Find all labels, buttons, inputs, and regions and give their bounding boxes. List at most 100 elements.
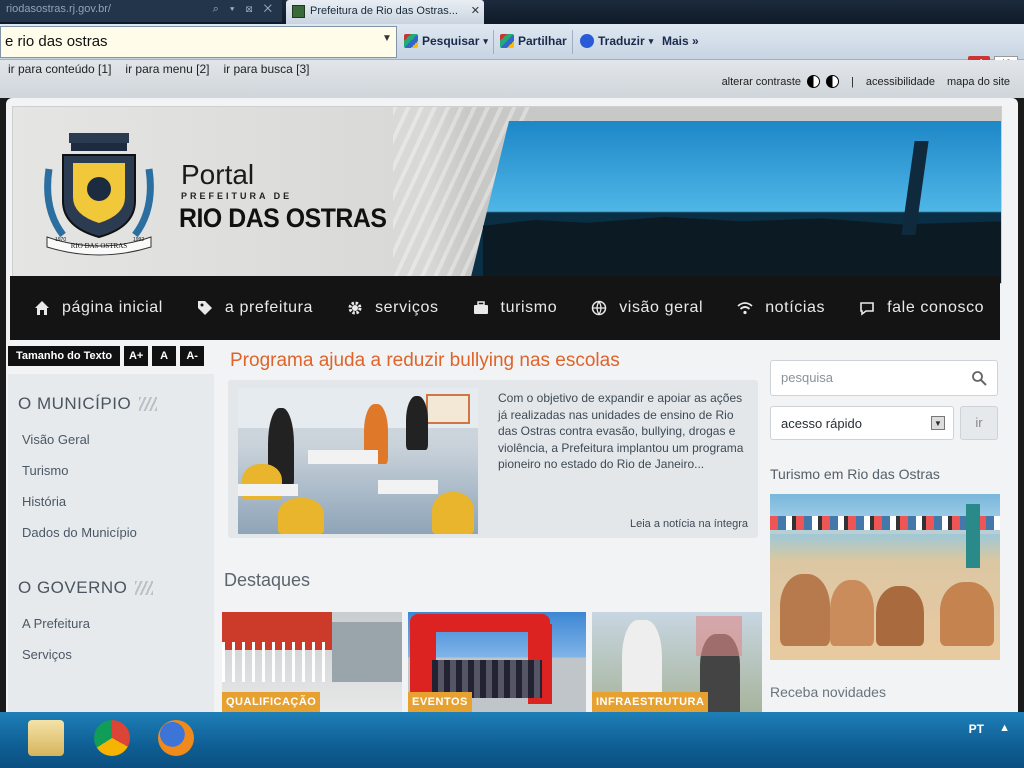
separator: | — [851, 75, 854, 88]
site-banner: RIO DAS OSTRAS 1970 1992 Portal PREFEITU… — [12, 106, 1002, 284]
text-size-label: Tamanho do Texto — [8, 346, 121, 366]
nav-noticias-label: notícias — [765, 299, 826, 316]
quick-access-select[interactable]: acesso rápido ▼ — [770, 406, 954, 440]
text-size-decrease-button[interactable]: A- — [180, 346, 205, 366]
more-label: Mais » — [662, 34, 699, 48]
nav-visao-geral[interactable]: visão geral — [591, 299, 703, 317]
portal-title: Portal — [181, 159, 255, 190]
browser-tab-previous[interactable]: riodasostras.rj.gov.br/ ⌕ ▾ ⊠ ✕ — [0, 0, 282, 22]
tile-qualificacao[interactable]: QUALIFICAÇÃO — [222, 612, 402, 712]
news-excerpt: Com o objetivo de expandir e apoiar as a… — [498, 391, 744, 471]
address-value: e rio das ostras — [5, 33, 108, 50]
municipio-title-text: O MUNICÍPIO — [18, 394, 132, 413]
destaques-tiles: QUALIFICAÇÃO EVENTOS INFRAESTRUTURA — [222, 612, 762, 712]
skip-to-search-link[interactable]: ir para busca [3] — [223, 62, 309, 76]
suitcase-icon — [473, 301, 488, 314]
search-toolbar-label: Pesquisar — [422, 34, 480, 48]
nav-fale-conosco-label: fale conosco — [887, 299, 985, 316]
tile-eventos[interactable]: EVENTOS — [408, 612, 586, 712]
chevron-down-icon: ▾ — [648, 35, 654, 46]
nav-fale-conosco[interactable]: fale conosco — [859, 299, 984, 317]
address-dropdown-icon[interactable]: ▼ — [380, 33, 394, 51]
search-toolbar-button[interactable]: Pesquisar ▾ — [404, 34, 488, 48]
language-indicator[interactable]: PT — [969, 722, 984, 736]
city-crest-logo[interactable]: RIO DAS OSTRAS 1970 1992 — [41, 129, 157, 257]
nav-home[interactable]: página inicial — [34, 299, 163, 317]
tile-qualificacao-label: QUALIFICAÇÃO — [222, 692, 321, 712]
tab-previous-title: riodasostras.rj.gov.br/ — [6, 3, 111, 15]
accessibility-link[interactable]: acessibilidade — [866, 76, 935, 88]
nav-servicos-label: serviços — [375, 299, 439, 316]
toolbar-separator — [493, 30, 494, 54]
tourism-beach-photo[interactable] — [770, 494, 1000, 660]
sidebar-item-dados[interactable]: Dados do Município — [22, 525, 214, 540]
tile-infraestrutura[interactable]: INFRAESTRUTURA — [592, 612, 762, 712]
browser-toolbar: e rio das ostras ▼ Pesquisar ▾ Partilhar… — [0, 24, 1024, 70]
news-photo-classroom[interactable] — [238, 388, 478, 534]
governo-section-title: O GOVERNO — [8, 556, 214, 598]
os-taskbar: PT ▲ — [0, 712, 1024, 768]
translate-icon — [580, 34, 594, 48]
skip-to-content-link[interactable]: ir para conteúdo [1] — [8, 62, 111, 76]
text-size-controls: Tamanho do Texto A+ A A- — [8, 346, 205, 366]
gear-icon — [348, 301, 362, 315]
municipio-section-title: O MUNICÍPIO — [8, 374, 214, 414]
news-headline[interactable]: Programa ajuda a reduzir bullying nas es… — [230, 350, 620, 372]
contrast-light-icon[interactable] — [826, 75, 840, 88]
newsletter-title: Receba novidades — [770, 684, 886, 700]
main-nav: página inicial a prefeitura serviços tur… — [10, 276, 1000, 340]
left-sidebar: O MUNICÍPIO Visão Geral Turismo História… — [8, 374, 214, 712]
browser-tab-active[interactable]: Prefeitura de Rio das Ostras... ✕ — [286, 0, 484, 24]
skip-to-menu-link[interactable]: ir para menu [2] — [125, 62, 209, 76]
text-size-normal-button[interactable]: A — [152, 346, 177, 366]
nav-visao-geral-label: visão geral — [619, 299, 704, 316]
accessibility-tools: alterar contraste | acessibilidade mapa … — [722, 75, 1010, 88]
chrome-icon[interactable] — [94, 720, 130, 756]
firefox-icon[interactable] — [158, 720, 194, 756]
sidebar-item-turismo[interactable]: Turismo — [22, 463, 214, 478]
nav-turismo[interactable]: turismo — [473, 299, 558, 317]
close-tab-icon[interactable]: ✕ — [471, 4, 480, 17]
tab-controls-icon[interactable]: ⌕ ▾ ⊠ ✕ — [213, 3, 276, 16]
governo-title-text: O GOVERNO — [18, 578, 128, 597]
sidebar-item-visao-geral[interactable]: Visão Geral — [22, 432, 214, 447]
sidebar-item-a-prefeitura[interactable]: A Prefeitura — [22, 616, 214, 631]
share-icon — [500, 34, 514, 48]
text-size-increase-button[interactable]: A+ — [124, 346, 149, 366]
share-button[interactable]: Partilhar — [500, 34, 567, 48]
tile-infraestrutura-label: INFRAESTRUTURA — [592, 692, 709, 712]
tray-icon[interactable]: ▲ — [999, 722, 1010, 734]
home-icon — [35, 301, 49, 315]
sidebar-item-historia[interactable]: História — [22, 494, 214, 509]
nav-home-label: página inicial — [62, 299, 163, 316]
read-more-link[interactable]: Leia a notícia na íntegra — [630, 518, 748, 530]
browser-tab-strip: riodasostras.rj.gov.br/ ⌕ ▾ ⊠ ✕ Prefeitu… — [0, 0, 1024, 24]
crest-year-right: 1992 — [133, 237, 144, 243]
chevron-down-icon: ▾ — [483, 35, 488, 46]
nav-noticias[interactable]: notícias — [737, 299, 825, 317]
prefeitura-subtitle: PREFEITURA DE — [181, 191, 293, 201]
sidebar-item-servicos[interactable]: Serviços — [22, 647, 214, 662]
city-title[interactable]: RIO DAS OSTRAS — [179, 203, 387, 234]
destaques-title: Destaques — [224, 570, 311, 590]
file-explorer-icon[interactable] — [28, 720, 64, 756]
hatch-decoration — [135, 581, 154, 595]
dropdown-arrow-icon[interactable]: ▼ — [931, 416, 945, 430]
nav-prefeitura[interactable]: a prefeitura — [197, 299, 313, 317]
nav-prefeitura-label: a prefeitura — [224, 299, 314, 316]
news-card: Com o objetivo de expandir e apoiar as a… — [228, 380, 758, 538]
translate-label: Traduzir — [598, 34, 645, 48]
nav-servicos[interactable]: serviços — [347, 299, 438, 317]
hatch-decoration — [139, 397, 158, 411]
search-icon[interactable] — [971, 370, 987, 386]
nav-turismo-label: turismo — [500, 299, 558, 316]
search-input[interactable]: pesquisa — [770, 360, 998, 396]
skip-links: ir para conteúdo [1] ir para menu [2] ir… — [8, 62, 310, 76]
sitemap-link[interactable]: mapa do site — [947, 76, 1010, 88]
tourism-title: Turismo em Rio das Ostras — [770, 466, 940, 482]
address-bar[interactable]: e rio das ostras ▼ — [0, 26, 397, 58]
contrast-dark-icon[interactable] — [807, 75, 821, 88]
translate-button[interactable]: Traduzir ▾ — [580, 34, 653, 48]
more-button[interactable]: Mais » — [662, 34, 699, 48]
go-button[interactable]: ir — [960, 406, 998, 440]
